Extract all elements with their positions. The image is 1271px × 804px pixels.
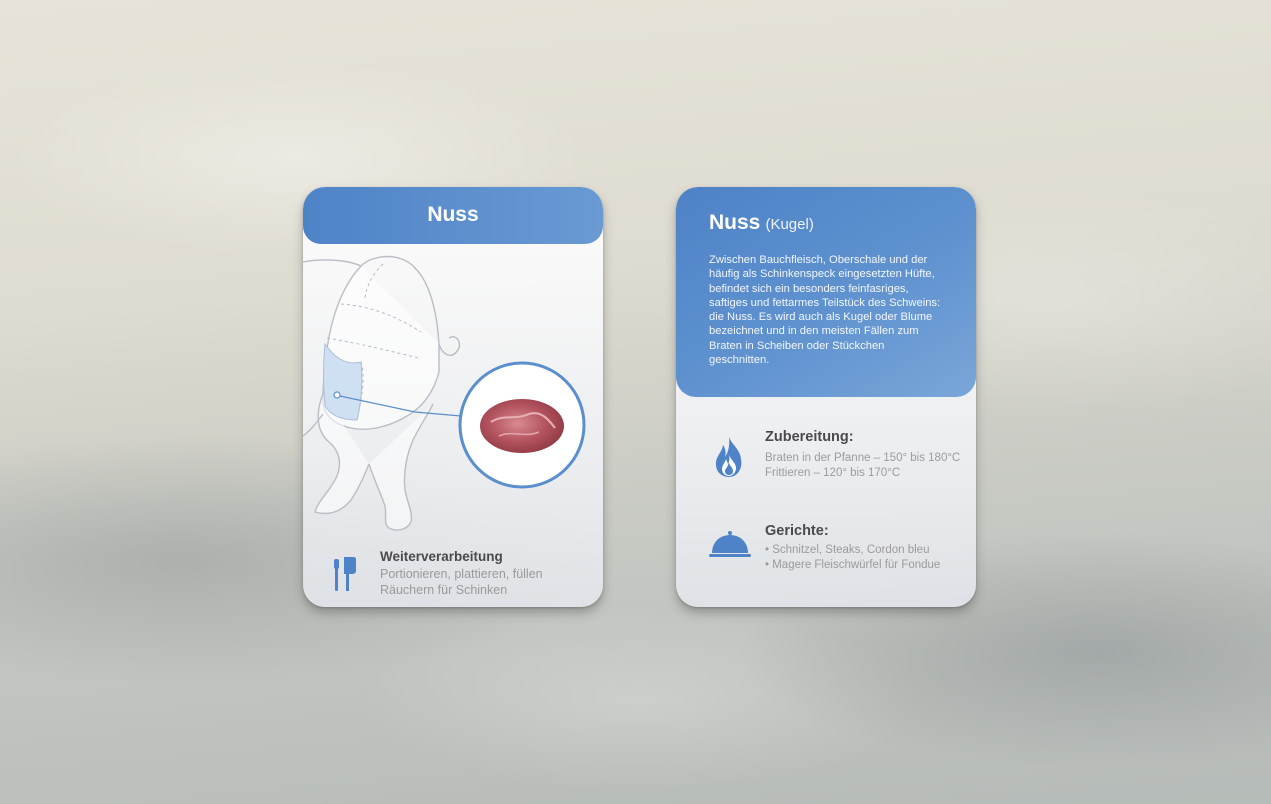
flame-icon <box>715 437 742 477</box>
processing-line-2: Räuchern für Schinken <box>380 583 508 597</box>
preparation-line-2: Frittieren – 120° bis 170°C <box>765 467 901 479</box>
card-title-row: Nuss (Kugel) <box>709 211 814 235</box>
meat-photo <box>480 399 564 453</box>
card-description: Zwischen Bauchfleisch, Oberschale und de… <box>709 253 959 367</box>
description-line: saftiges und fettarmes Teilstück des Sch… <box>709 296 941 309</box>
pig-leg-diagram <box>303 255 586 531</box>
description-line: geschnitten. <box>709 354 770 367</box>
description-line: bezeichnet und in den meisten Fällen zum <box>709 325 919 338</box>
preparation-line-1: Braten in der Pfanne – 150° bis 180°C <box>765 452 961 464</box>
description-line: häufig als Schinkenspeck eingesetzten Hü… <box>709 268 935 281</box>
preparation-title: Zubereitung: <box>765 429 854 445</box>
card-header: Nuss (Kugel) Zwischen Bauchfleisch, Ober… <box>676 187 976 397</box>
processing-title: Weiterverarbeitung <box>380 549 503 564</box>
card-header: Nuss <box>303 187 603 244</box>
card-title: Nuss <box>709 211 761 234</box>
card-subtitle: (Kugel) <box>765 216 814 233</box>
processing-line-1: Portionieren, plattieren, füllen <box>380 567 543 581</box>
cut-card-back: Nuss (Kugel) Zwischen Bauchfleisch, Ober… <box>676 187 976 607</box>
cut-card-front: Nuss Weiterverarbeitung Portionieren, pl… <box>303 187 603 607</box>
dishes-title: Gerichte: <box>765 523 829 539</box>
cleaver-knife-icon <box>334 557 356 591</box>
description-line: befindet sich ein besonders feinfasriges… <box>709 282 909 295</box>
dishes-line-1: • Schnitzel, Steaks, Cordon bleu <box>765 544 930 556</box>
cloche-icon <box>709 531 751 557</box>
card-title: Nuss <box>427 202 479 226</box>
description-line: Braten in Scheiben oder Stückchen <box>709 339 885 352</box>
description-line: die Nuss. Es wird auch als Kugel oder Bl… <box>709 311 933 324</box>
description-line: Zwischen Bauchfleisch, Oberschale und de… <box>709 254 928 266</box>
dishes-line-2: • Magere Fleischwürfel für Fondue <box>765 559 941 571</box>
